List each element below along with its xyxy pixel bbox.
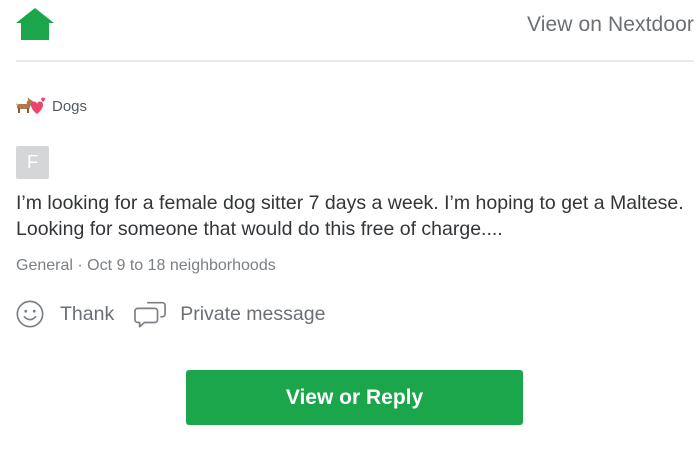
avatar-initial: F (27, 152, 38, 172)
thank-button[interactable]: Thank (14, 299, 114, 329)
view-on-nextdoor-link[interactable]: View on Nextdoor (527, 13, 694, 37)
thank-label: Thank (60, 302, 115, 325)
header-divider (16, 60, 694, 62)
post-meta: General · Oct 9 to 18 neighborhoods (16, 257, 276, 274)
dog-heart-icon (16, 97, 46, 114)
post-actions: Thank Private message (14, 299, 325, 329)
chat-bubbles-icon (134, 301, 167, 328)
house-icon[interactable] (16, 8, 54, 40)
avatar[interactable]: F (16, 146, 49, 179)
post-body: I’m looking for a female dog sitter 7 da… (16, 192, 684, 240)
category-label: Dogs (52, 97, 88, 115)
private-message-button[interactable]: Private message (134, 299, 325, 329)
post-category[interactable]: Dogs (16, 96, 87, 116)
view-or-reply-button[interactable]: View or Reply (186, 370, 523, 425)
smiley-icon (16, 300, 44, 328)
private-message-label: Private message (180, 302, 326, 325)
